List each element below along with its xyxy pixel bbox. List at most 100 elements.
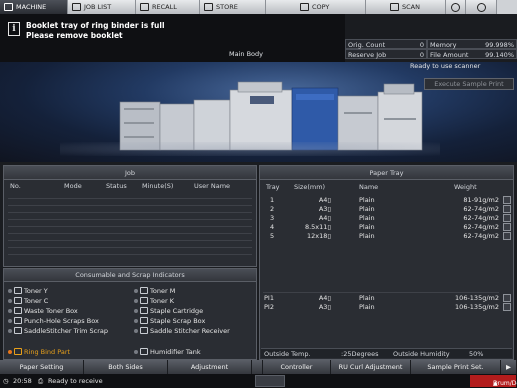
toner-y-indicator: Toner Y <box>8 286 48 295</box>
adjustment-button[interactable]: Adjustment <box>168 360 252 374</box>
utility-button[interactable] <box>466 0 497 14</box>
main-body-label: Main Body <box>229 50 263 58</box>
outside-temp-value: :25Degrees <box>341 350 379 358</box>
consumables-panel: Consumable and Scrap Indicators Toner Y … <box>3 268 257 360</box>
tab-scan[interactable]: SCAN <box>366 0 446 14</box>
tray-col-tray: Tray <box>266 183 280 191</box>
tray-detail-button[interactable] <box>503 205 511 213</box>
status-dot-icon <box>8 328 12 333</box>
tray-row-4[interactable]: 4 8.5x11▯ Plain 62-74g/m2 <box>263 223 499 232</box>
tray-table-header: Tray Size(mm) Name Weight <box>260 180 513 191</box>
consumables-title: Consumable and Scrap Indicators <box>4 269 256 282</box>
ru-curl-adjustment-button[interactable]: RU Curl Adjustment <box>331 360 411 374</box>
message-area: i Booklet tray of ring binder is full Pl… <box>0 14 345 62</box>
status-dot-icon <box>8 318 12 323</box>
drum-dev-warning[interactable]: ▲ Drum/Dev. <box>470 375 517 387</box>
next-page-button[interactable]: ▶ <box>501 360 517 374</box>
tray-detail-button[interactable] <box>503 232 511 240</box>
toner-icon <box>140 297 148 304</box>
both-sides-button[interactable]: Both Sides <box>84 360 168 374</box>
status-dot-icon <box>134 318 138 323</box>
alert-dot-icon <box>8 349 12 354</box>
tab-recall-label: RECALL <box>152 3 177 11</box>
stitcher-icon <box>140 327 148 334</box>
toner-icon <box>14 297 22 304</box>
job-row[interactable] <box>8 220 252 227</box>
top-tab-bar: MACHINE JOB LIST RECALL STORE COPY SCAN <box>0 0 517 14</box>
scan-icon <box>390 3 399 11</box>
staple-icon <box>140 317 148 324</box>
tab-recall[interactable]: RECALL <box>136 0 200 14</box>
tab-machine[interactable]: MACHINE <box>0 0 68 14</box>
job-table-header: No. Mode Status Minute(S) User Name <box>4 180 256 190</box>
saddle-stitcher-receiver-indicator: Saddle Stitcher Receiver <box>134 326 230 335</box>
tray-row-pi2[interactable]: PI2 A3▯ Plain 106-135g/m2 <box>263 303 499 312</box>
tray-detail-button[interactable] <box>503 303 511 311</box>
power-button[interactable] <box>446 0 466 14</box>
job-row[interactable] <box>8 206 252 213</box>
memory-cell: Memory 99.998% <box>427 39 517 49</box>
tab-store[interactable]: STORE <box>200 0 266 14</box>
file-amount-cell: File Amount 99.140% <box>427 49 517 59</box>
tray-detail-button[interactable] <box>503 223 511 231</box>
machine-status-text: Ready to receive <box>48 377 103 385</box>
tray-divider <box>263 292 499 293</box>
status-dot-icon <box>134 298 138 303</box>
ring-bind-part-indicator: Ring Bind Part <box>8 347 70 356</box>
status-dot-icon <box>134 308 138 313</box>
sample-print-set-button[interactable]: Sample Print Set. <box>411 360 501 374</box>
info-icon <box>476 2 486 12</box>
ring-bind-icon <box>14 348 22 355</box>
keyboard-button[interactable] <box>255 375 285 387</box>
tab-job-list[interactable]: JOB LIST <box>68 0 136 14</box>
paper-setting-button[interactable]: Paper Setting <box>0 360 84 374</box>
tray-detail-button[interactable] <box>503 196 511 204</box>
tab-job-list-label: JOB LIST <box>84 3 112 11</box>
job-row[interactable] <box>8 234 252 241</box>
tray-row-pi1[interactable]: PI1 A4▯ Plain 106-135g/m2 <box>263 294 499 303</box>
job-col-status: Status <box>106 182 127 190</box>
outside-temp-label: Outside Temp. <box>264 350 311 358</box>
execute-sample-print-button[interactable]: Execute Sample Print <box>424 78 514 90</box>
controller-button[interactable]: Controller <box>263 360 331 374</box>
file-amount-value: 99.140% <box>485 51 514 59</box>
staple-scrap-box-indicator: Staple Scrap Box <box>134 316 205 325</box>
job-panel: Job No. Mode Status Minute(S) User Name <box>3 165 257 267</box>
tab-store-label: STORE <box>216 3 238 11</box>
info-icon: i <box>8 22 20 36</box>
tray-row-2[interactable]: 2 A3▯ Plain 62-74g/m2 <box>263 205 499 214</box>
tray-row-1[interactable]: 1 A4▯ Plain 81-91g/m2 <box>263 196 499 205</box>
reserve-job-label: Reserve Job <box>348 51 387 59</box>
paper-tray-title: Paper Tray <box>260 166 513 180</box>
receive-icon: ⎙ <box>38 377 44 385</box>
punch-icon <box>14 317 22 324</box>
status-bar: ◷ 20:58 ⎙ Ready to receive ▲ Drum/Dev. <box>0 374 517 388</box>
power-icon <box>451 2 460 12</box>
staple-cartridge-indicator: Staple Cartridge <box>134 306 203 315</box>
job-row[interactable] <box>8 199 252 206</box>
trim-icon <box>14 327 22 334</box>
tab-copy[interactable]: COPY <box>266 0 366 14</box>
toner-c-indicator: Toner C <box>8 296 48 305</box>
machine-icon <box>4 3 13 11</box>
function-bar-spacer <box>252 360 263 374</box>
job-row[interactable] <box>8 248 252 255</box>
tray-detail-button[interactable] <box>503 214 511 222</box>
function-bar: Paper Setting Both Sides Adjustment Cont… <box>0 360 517 374</box>
job-row[interactable] <box>8 227 252 234</box>
saddle-trim-scrap-indicator: SaddleStitcher Trim Scrap <box>8 326 108 335</box>
job-row[interactable] <box>8 213 252 220</box>
job-col-mode: Mode <box>64 182 82 190</box>
outside-humidity-value: 50% <box>469 350 484 358</box>
tray-detail-button[interactable] <box>503 294 511 302</box>
job-list <box>8 192 252 255</box>
job-row[interactable] <box>8 192 252 199</box>
tab-copy-label: COPY <box>312 3 330 11</box>
job-row[interactable] <box>8 241 252 248</box>
job-col-user-name: User Name <box>194 182 231 190</box>
tray-row-3[interactable]: 3 A4▯ Plain 62-74g/m2 <box>263 214 499 223</box>
job-list-icon <box>72 3 81 11</box>
message-line-1: Booklet tray of ring binder is full <box>26 21 165 30</box>
tray-row-5[interactable]: 5 12x18▯ Plain 62-74g/m2 <box>263 232 499 241</box>
reserve-job-cell: Reserve Job 0 <box>345 49 427 59</box>
